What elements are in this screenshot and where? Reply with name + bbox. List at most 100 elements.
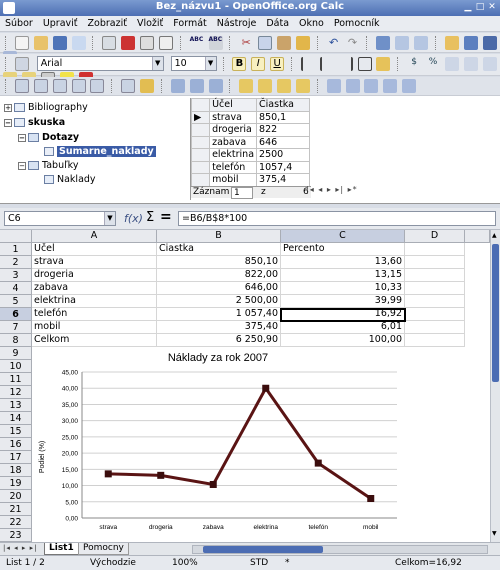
close-icon[interactable]: ✕ [486,2,498,13]
navigator-icon[interactable] [482,36,497,50]
redo-icon[interactable]: ↷ [346,36,360,50]
column-header[interactable]: A [32,230,157,243]
spellcheck-icon[interactable]: ABC [190,36,204,50]
sum-icon[interactable]: Σ [146,210,154,225]
row-header[interactable]: 23 [0,529,32,542]
status-zoom[interactable]: 100% [172,558,198,568]
menu-help[interactable]: Pomocník [329,16,385,29]
cell[interactable]: 10,33 [281,282,405,295]
row-header[interactable]: 11 [0,373,32,386]
column-header[interactable]: C [281,230,405,243]
scroll-down-icon[interactable]: ▼ [492,530,499,538]
grid-row-header[interactable] [190,123,211,137]
hyperlink-icon[interactable] [376,36,391,50]
cell[interactable]: 850,10 [157,256,281,269]
cell[interactable]: 1 057,40 [157,308,281,321]
chevron-down-icon[interactable]: ▼ [104,212,115,225]
open-folder-icon[interactable] [33,36,48,50]
cell[interactable]: 39,99 [281,295,405,308]
cut-icon[interactable]: ✂ [239,36,253,50]
expand-icon[interactable]: + [4,103,12,112]
grid-cell[interactable]: elektrina [209,148,258,162]
cell[interactable]: Čiastka [157,243,281,256]
row-header[interactable]: 16 [0,438,32,451]
select-all-corner[interactable] [0,230,32,243]
align-center-icon[interactable] [319,57,334,71]
row-header[interactable]: 21 [0,503,32,516]
standard-filter-icon[interactable] [277,79,291,93]
function-wizard-icon[interactable]: f(x) [124,212,143,225]
cell[interactable]: Celkom [32,334,157,347]
copy-icon[interactable] [258,36,273,50]
cell[interactable]: zabava [32,282,157,295]
vertical-scrollbar[interactable]: ▲ ▼ [490,230,500,542]
cell[interactable]: Percento [281,243,405,256]
grid-cell[interactable]: mobil [209,173,258,187]
grid-row-header[interactable] [190,160,211,174]
sort-icon[interactable] [170,79,185,93]
row-header[interactable]: 5 [0,295,32,308]
row-header[interactable]: 18 [0,464,32,477]
delete-decimal-icon[interactable] [482,57,497,71]
row-header[interactable]: 10 [0,360,32,373]
row-header[interactable]: 9 [0,347,32,360]
print-icon[interactable] [140,36,154,50]
grid-cell[interactable]: zabava [209,135,258,149]
formula-input[interactable]: =B6/B$8*100 [178,211,496,226]
edit-data-icon[interactable] [33,79,48,93]
chevron-down-icon[interactable]: ▼ [151,57,163,70]
row-header[interactable]: 1 [0,243,32,256]
cell[interactable] [405,321,465,334]
tree-item-table[interactable]: Naklady [44,174,96,188]
chart-object[interactable]: Náklady za rok 2007 Podiel (%) 0,00 5,00 1… [32,347,405,538]
insert-chart-icon[interactable] [444,36,459,50]
grid-cell[interactable]: telefón [209,160,258,174]
grid-cell[interactable]: drogeria [209,123,258,137]
save-record-icon[interactable] [14,79,29,93]
cell[interactable] [405,295,465,308]
font-size-combo[interactable]: 10 ▼ [170,56,217,71]
data-to-text-icon[interactable] [326,79,341,93]
cell[interactable]: 646,00 [157,282,281,295]
cell[interactable]: telefón [32,308,157,321]
grid-cell[interactable]: 646 [256,135,310,149]
justify-icon[interactable] [357,57,372,71]
align-right-icon[interactable] [339,57,353,71]
cell[interactable] [405,334,465,347]
cell[interactable] [405,282,465,295]
paste-icon[interactable] [277,36,291,50]
cell[interactable]: elektrina [32,295,157,308]
sort-descending-icon[interactable] [208,79,223,93]
cell[interactable]: Účel [32,243,157,256]
function-icon[interactable]: = [160,209,172,225]
grid-row-marker[interactable]: ▶ [190,110,211,124]
number-format-icon[interactable] [444,57,459,71]
name-box[interactable]: C6 ▼ [4,211,116,226]
apply-filter-icon[interactable] [258,79,273,93]
autofilter-icon[interactable] [239,79,254,93]
tree-item-bibliography[interactable]: + Bibliography [4,102,88,116]
menu-window[interactable]: Okno [294,16,329,29]
page-preview-icon[interactable] [158,36,173,50]
row-header[interactable]: 4 [0,282,32,295]
row-header[interactable]: 12 [0,386,32,399]
export-pdf-icon[interactable] [121,36,136,50]
add-decimal-icon[interactable] [463,57,478,71]
horizontal-scroll-thumb[interactable] [203,546,323,553]
grid-cell[interactable]: strava [209,110,258,124]
menu-file[interactable]: Súbor [0,16,38,29]
tree-item-tables[interactable]: − Tabuľky [18,160,78,174]
row-header[interactable]: 15 [0,425,32,438]
row-header[interactable]: 7 [0,321,32,334]
cell[interactable]: strava [32,256,157,269]
collapse-icon[interactable]: − [18,133,26,142]
cut-record-icon[interactable] [52,79,67,93]
copy-record-icon[interactable] [71,79,86,93]
maximize-icon[interactable]: □ [474,2,486,13]
row-header[interactable]: 14 [0,412,32,425]
more-options-icon[interactable] [402,79,417,93]
menu-insert[interactable]: Vložiť [132,16,168,29]
grid-row-header[interactable] [190,173,211,187]
cell[interactable]: 822,00 [157,269,281,282]
menu-tools[interactable]: Nástroje [212,16,262,29]
